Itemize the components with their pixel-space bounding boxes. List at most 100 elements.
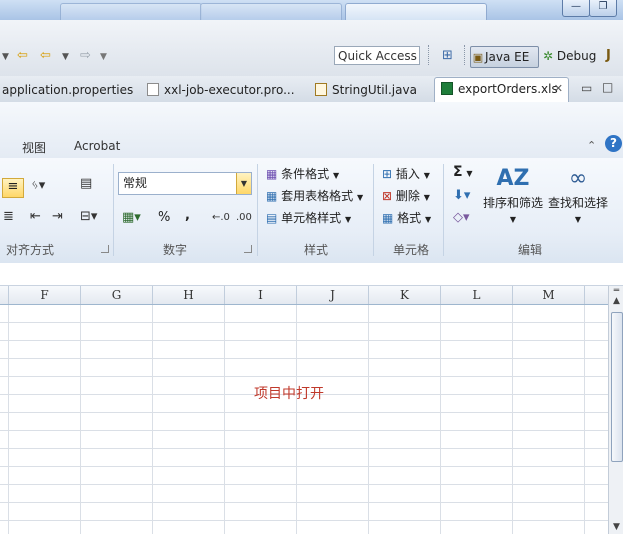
quick-access-input[interactable]: Quick Access: [334, 46, 420, 65]
number-format-select[interactable]: 常规 ▼: [118, 172, 252, 195]
collapse-ribbon-icon[interactable]: ⌃: [587, 138, 596, 154]
comma-style-button[interactable]: ,: [185, 208, 190, 224]
format-cells-icon: ▦: [382, 211, 394, 225]
grid-line: [224, 305, 225, 534]
fill-icon[interactable]: ⬇▾: [453, 188, 470, 204]
text-orientation-icon[interactable]: ᛃ▾: [31, 178, 45, 194]
autosum-button[interactable]: Σ ▼: [453, 164, 473, 180]
wrap-text-icon[interactable]: ▤: [80, 176, 92, 192]
percent-style-button[interactable]: %: [158, 210, 170, 226]
chevron-down-icon: ▼: [333, 171, 340, 180]
button-label: 删除: [395, 189, 420, 203]
conditional-format-button[interactable]: ▦ 条件格式 ▼: [266, 165, 339, 182]
format-button[interactable]: ▦ 格式 ▼: [382, 209, 431, 226]
tab-label: StringUtil.java: [332, 83, 417, 97]
insert-button[interactable]: ⊞ 插入 ▼: [382, 165, 430, 182]
column-header-j[interactable]: J: [297, 286, 369, 304]
toolbar-separator: [464, 45, 466, 65]
formula-bar[interactable]: [0, 263, 623, 286]
column-header-f[interactable]: F: [9, 286, 81, 304]
scrollbar-thumb[interactable]: [611, 312, 623, 462]
browser-tab-active[interactable]: [345, 3, 487, 20]
browser-tab[interactable]: [60, 3, 202, 20]
column-header-partial[interactable]: [0, 286, 9, 304]
browser-tab[interactable]: [200, 3, 342, 20]
vertical-scrollbar[interactable]: ═ ▲ ▼: [608, 286, 623, 534]
grid-line: [440, 305, 441, 534]
java-perspective-icon[interactable]: J: [606, 48, 611, 64]
cell-style-icon: ▤: [266, 211, 278, 225]
cell-styles-button[interactable]: ▤ 单元格样式 ▼: [266, 209, 351, 226]
sort-filter-icon: AZ: [496, 166, 530, 191]
alignment-dialog-launcher[interactable]: [101, 245, 109, 253]
tab-label: xxl-job-executor.pro...: [164, 83, 295, 97]
perspective-javaee[interactable]: ▣ Java EE: [470, 46, 539, 68]
perspective-debug[interactable]: ✲ Debug: [543, 46, 596, 66]
sort-filter-button[interactable]: AZ 排序和筛选 ▼: [482, 164, 544, 224]
increase-indent-icon[interactable]: ⇥: [52, 209, 63, 225]
button-label: 查找和选择: [547, 196, 608, 210]
close-icon[interactable]: ✕: [554, 78, 563, 100]
tab-label: exportOrders.xls: [458, 82, 558, 96]
tab-exportorders[interactable]: exportOrders.xls ✕: [434, 77, 569, 103]
group-label-number: 数字: [162, 243, 187, 257]
column-header-partial[interactable]: [585, 286, 608, 304]
chevron-down-icon[interactable]: ▼: [236, 173, 251, 194]
chevron-down-icon: ▼: [466, 169, 473, 178]
ribbon-tab-view[interactable]: 视图: [22, 139, 46, 156]
chevron-down-icon: ▼: [423, 171, 430, 180]
tab-stringutil[interactable]: StringUtil.java: [315, 80, 417, 102]
tab-xxl-job-executor[interactable]: xxl-job-executor.pro...: [147, 80, 295, 102]
find-select-button[interactable]: ∞ 查找和选择 ▼: [546, 164, 610, 224]
clear-icon[interactable]: ◇▾: [453, 210, 470, 226]
help-icon[interactable]: ?: [605, 135, 622, 152]
minimize-editor-icon[interactable]: ▭: [581, 80, 592, 96]
minimize-button[interactable]: —: [562, 0, 590, 17]
merge-center-icon[interactable]: ⊟▾: [80, 209, 97, 225]
button-label: 插入: [395, 167, 420, 181]
maximize-editor-icon[interactable]: □: [602, 79, 613, 95]
scroll-up-icon[interactable]: ▲: [609, 296, 623, 306]
delete-button[interactable]: ⊠ 删除 ▼: [382, 187, 430, 204]
javaee-icon: ▣: [472, 51, 484, 64]
column-header-g[interactable]: G: [81, 286, 153, 304]
accounting-format-icon[interactable]: ▦▾: [122, 210, 141, 226]
number-dialog-launcher[interactable]: [244, 245, 252, 253]
tab-application-properties[interactable]: application.properties: [2, 80, 133, 102]
format-as-table-button[interactable]: ▦ 套用表格格式 ▼: [266, 187, 363, 204]
align-middle-icon[interactable]: ≡: [2, 178, 24, 198]
ribbon-tab-acrobat[interactable]: Acrobat: [74, 139, 120, 153]
cell-grid[interactable]: [0, 305, 608, 534]
delete-cells-icon: ⊠: [382, 189, 393, 203]
insert-cells-icon: ⊞: [382, 167, 393, 181]
open-perspective-icon[interactable]: ⊞: [442, 48, 453, 64]
column-header-m[interactable]: M: [513, 286, 585, 304]
align-right-icon[interactable]: ≣: [3, 209, 14, 225]
chevron-down-icon: ▼: [574, 215, 582, 224]
forward-menu-icon[interactable]: ▼: [100, 49, 107, 65]
grid-line: [8, 305, 9, 534]
back-menu-icon[interactable]: ▼: [62, 49, 69, 65]
maximize-button[interactable]: ❐: [589, 0, 617, 17]
scroll-down-icon[interactable]: ▼: [609, 522, 623, 532]
forward-icon[interactable]: ⇨: [80, 48, 91, 64]
column-header-l[interactable]: L: [441, 286, 513, 304]
table-format-icon: ▦: [266, 189, 278, 203]
grid-line: [296, 305, 297, 534]
sum-icon: Σ: [453, 164, 463, 180]
split-handle[interactable]: ═: [609, 286, 623, 296]
chevron-down-icon: ▼: [423, 193, 430, 202]
back-icon[interactable]: ⇦: [40, 48, 51, 64]
column-header-i[interactable]: I: [225, 286, 297, 304]
decrease-indent-icon[interactable]: ⇤: [30, 209, 41, 225]
tab-label: application.properties: [2, 83, 134, 97]
column-header-k[interactable]: K: [369, 286, 441, 304]
ribbon-body: ≡ ᛃ▾ ▤ ≣ ⇤ ⇥ ⊟▾ 对齐方式 常规 ▼ ▦▾ % , ←.0 .00…: [0, 158, 623, 264]
group-label-styles: 样式: [303, 243, 328, 257]
increase-decimal-icon[interactable]: ←.0: [212, 210, 230, 226]
group-separator: [373, 164, 374, 256]
decrease-decimal-icon[interactable]: .00: [236, 210, 252, 226]
column-header-h[interactable]: H: [153, 286, 225, 304]
dropdown-arrow-icon[interactable]: ▼: [2, 49, 9, 65]
last-edit-location-icon[interactable]: ⇦: [17, 48, 28, 64]
